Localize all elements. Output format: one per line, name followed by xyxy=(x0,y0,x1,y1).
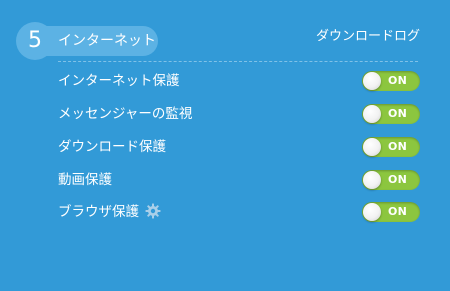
setting-label: インターネット保護 xyxy=(58,73,180,89)
internet-settings-panel: 5 インターネット ダウンロードログ インターネット保護 ON メッセンジャーの… xyxy=(0,0,450,291)
section-number-badge: 5 xyxy=(16,22,54,60)
setting-label: メッセンジャーの監視 xyxy=(58,106,193,122)
divider xyxy=(58,61,418,62)
toggle-knob xyxy=(363,72,381,90)
toggle-knob xyxy=(363,138,381,156)
setting-row-browser-protection: ブラウザ保護 ON xyxy=(58,199,420,225)
gear-icon[interactable] xyxy=(145,203,161,219)
setting-label: ブラウザ保護 xyxy=(58,204,139,220)
browser-protection-toggle[interactable]: ON xyxy=(362,202,420,222)
toggle-knob xyxy=(363,171,381,189)
toggle-state-label: ON xyxy=(388,205,408,218)
setting-row-download-protection: ダウンロード保護 ON xyxy=(58,134,420,160)
toggle-state-label: ON xyxy=(388,140,408,153)
toggle-knob xyxy=(363,105,381,123)
download-protection-toggle[interactable]: ON xyxy=(362,137,420,157)
download-log-link[interactable]: ダウンロードログ xyxy=(316,28,420,46)
setting-row-internet-protection: インターネット保護 ON xyxy=(58,68,420,94)
setting-row-video-protection: 動画保護 ON xyxy=(58,167,420,193)
internet-protection-toggle[interactable]: ON xyxy=(362,71,420,91)
toggle-state-label: ON xyxy=(388,74,408,87)
section-title: インターネット xyxy=(58,33,156,49)
setting-label-wrap: ブラウザ保護 xyxy=(58,203,161,221)
setting-label: 動画保護 xyxy=(58,172,112,188)
toggle-state-label: ON xyxy=(388,107,408,120)
video-protection-toggle[interactable]: ON xyxy=(362,170,420,190)
toggle-knob xyxy=(363,203,381,221)
toggle-state-label: ON xyxy=(388,173,408,186)
messenger-monitoring-toggle[interactable]: ON xyxy=(362,104,420,124)
setting-label: ダウンロード保護 xyxy=(58,139,166,155)
setting-row-messenger-monitoring: メッセンジャーの監視 ON xyxy=(58,101,420,127)
